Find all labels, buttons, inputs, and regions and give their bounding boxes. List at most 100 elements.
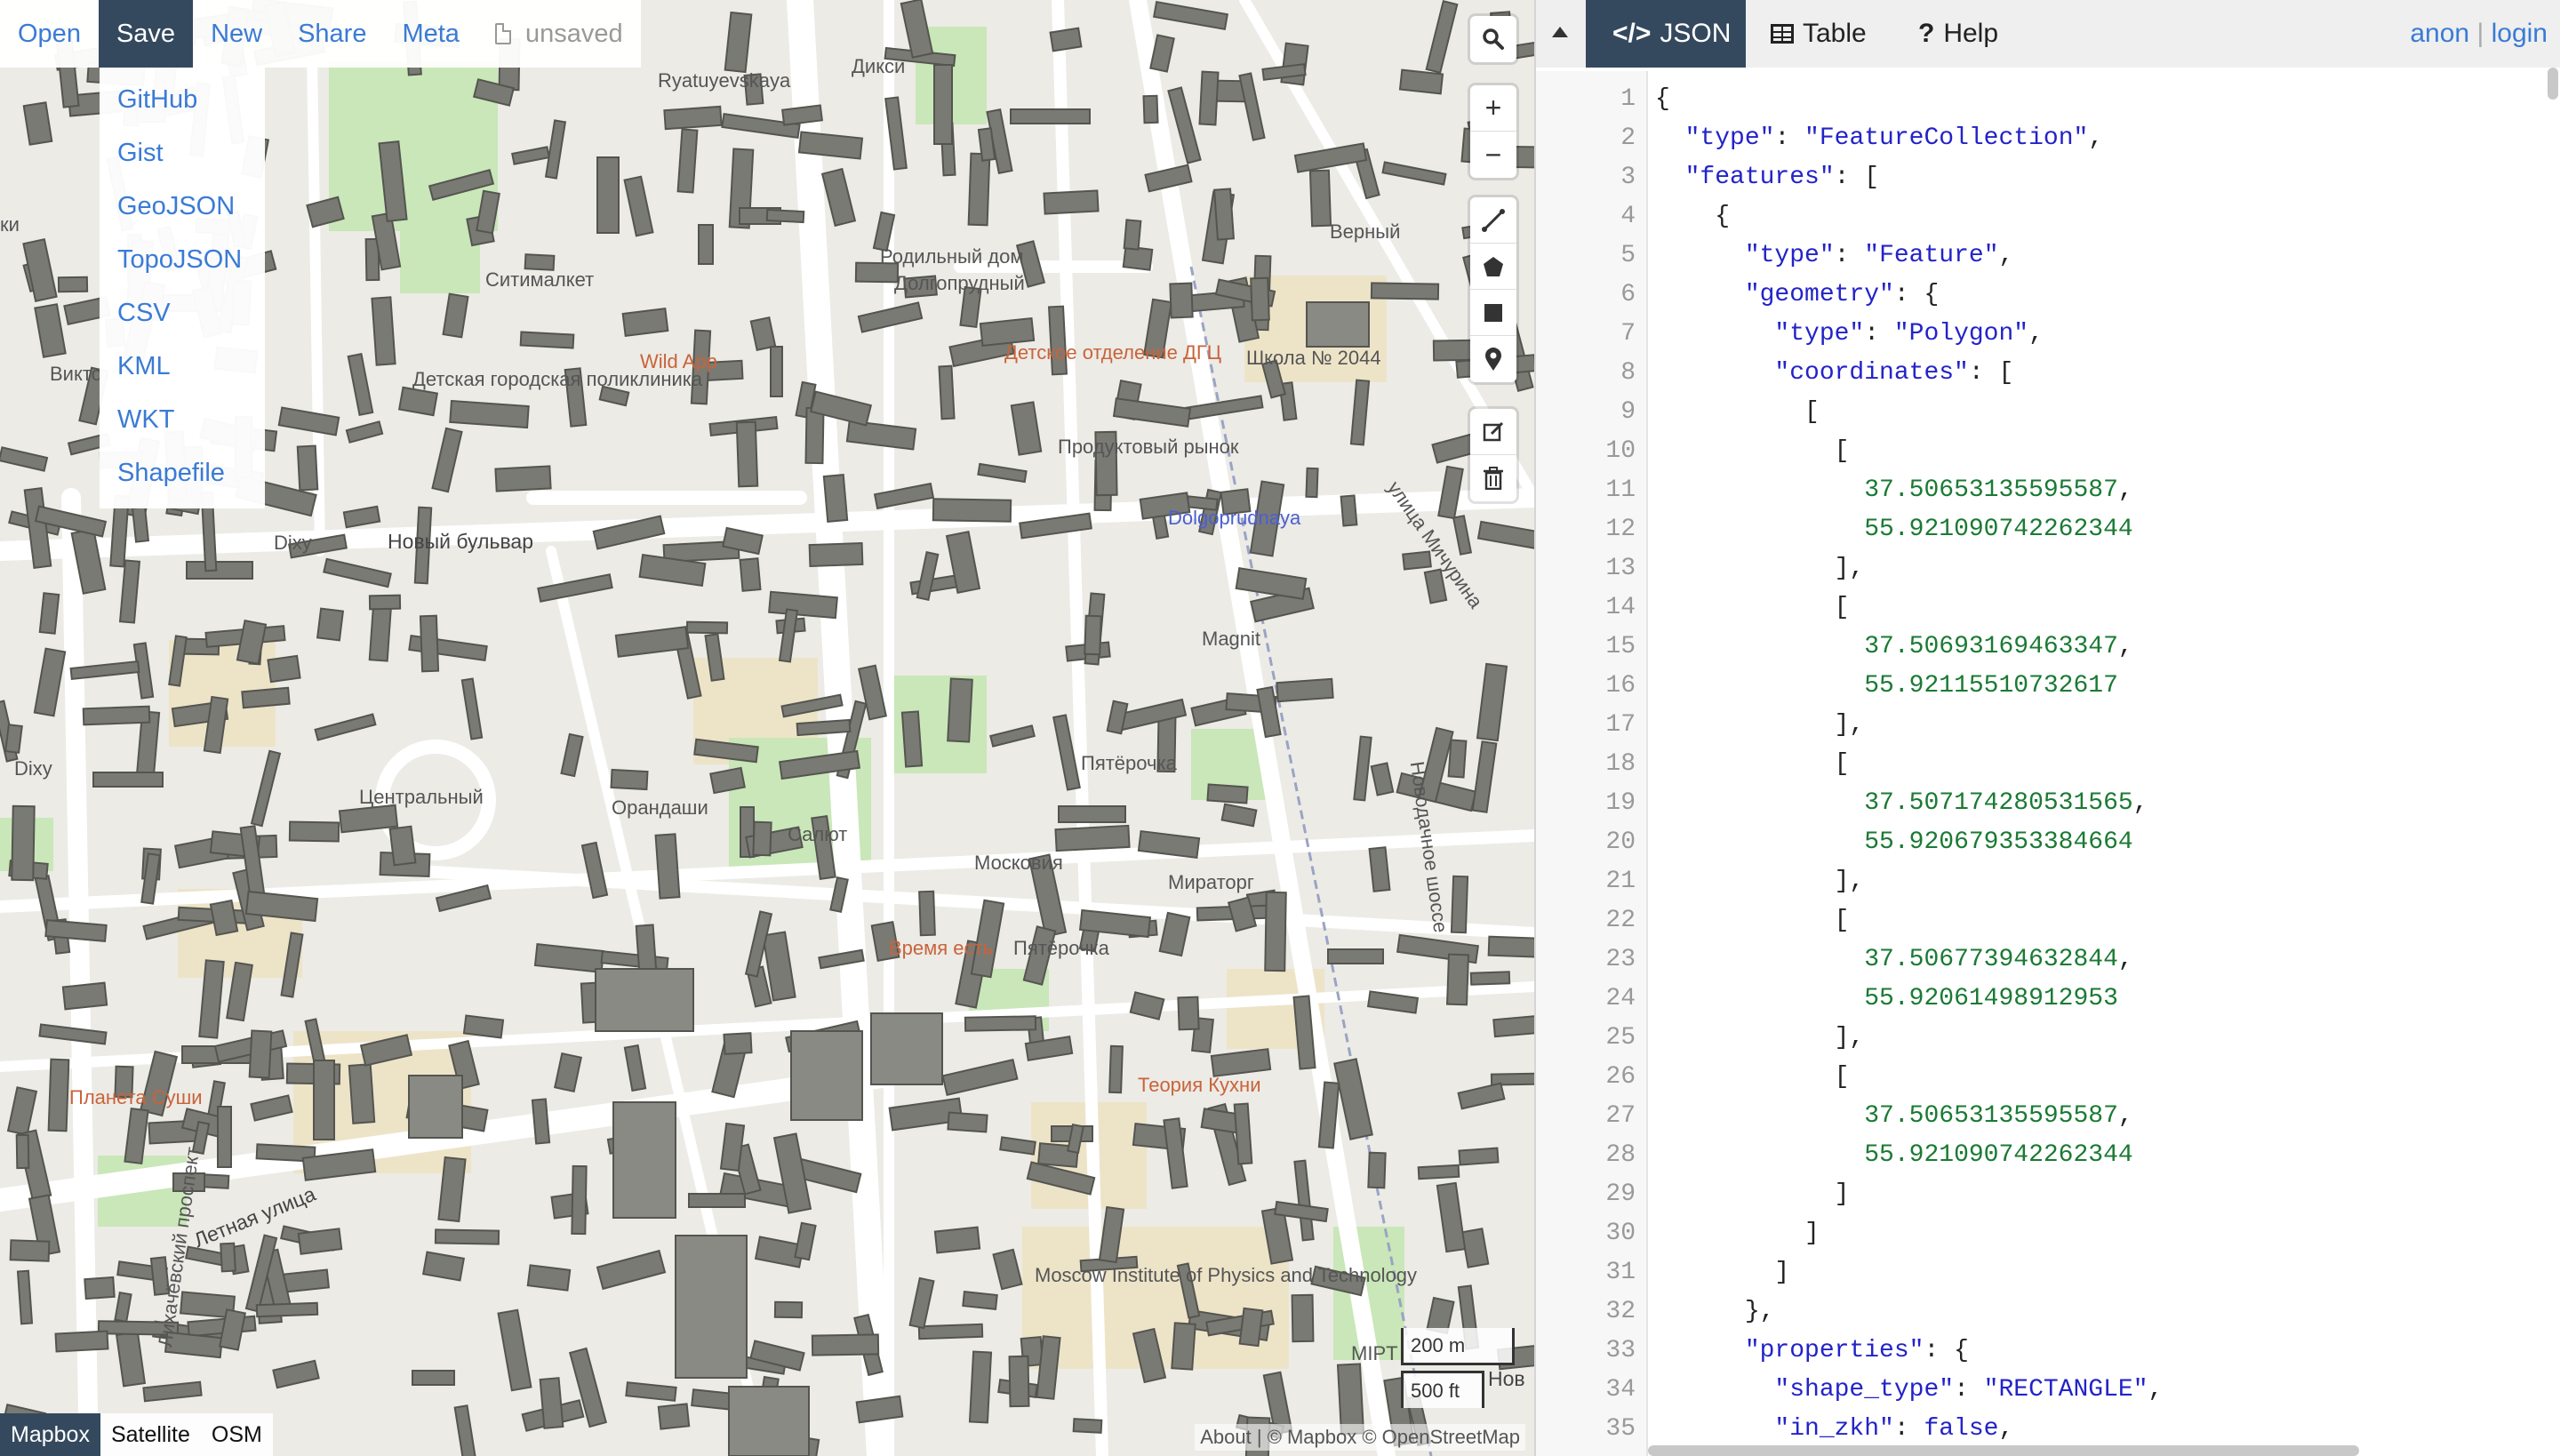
login-link[interactable]: login (2492, 19, 2548, 48)
code-token: "FeatureCollection" (1804, 124, 2089, 152)
code-line[interactable]: [ (1655, 393, 1820, 432)
code-token: "features" (1684, 164, 1835, 191)
map-building (999, 1136, 1036, 1156)
map-building (977, 127, 996, 162)
line-number: 35 (1605, 1415, 1636, 1443)
map-building (61, 981, 108, 1011)
vertical-scrollbar[interactable] (2548, 68, 2558, 100)
code-line[interactable]: 37.50693169463347, (1655, 628, 2132, 667)
code-line[interactable]: 55.921090742262344 (1655, 1136, 2132, 1175)
code-line[interactable]: ] (1655, 1214, 1820, 1253)
map-building (1327, 948, 1384, 964)
map-building (676, 128, 699, 194)
map-label: Время есть (889, 937, 994, 959)
save-shapefile[interactable]: Shapefile (100, 446, 265, 500)
code-line[interactable]: 37.50653135595587, (1655, 471, 2132, 510)
code-line[interactable]: 37.50653135595587, (1655, 1097, 2132, 1136)
search-icon[interactable] (1470, 16, 1516, 62)
code-line[interactable]: "shape_type": "RECTANGLE", (1655, 1371, 2163, 1410)
map-view[interactable]: Ryatuyevskaya Дикси Верный Школа № 2044 Роди… (0, 0, 1534, 1456)
anon-link[interactable]: anon (2410, 19, 2469, 48)
tab-table[interactable]: Table (1771, 0, 1867, 68)
code-line[interactable]: 55.92061498912953 (1655, 980, 2118, 1019)
json-editor[interactable]: 1 2 3 4 5 6 7 8 9 10 11 12 13 14 15 16 17 18 19 20 21 22 23 24 2… (1536, 71, 2560, 1456)
line-number: 28 (1605, 1141, 1636, 1169)
map-building (453, 1404, 478, 1456)
marker-icon[interactable] (1470, 336, 1516, 382)
code-line[interactable]: 37.507174280531565, (1655, 784, 2148, 823)
save-wkt[interactable]: WKT (100, 393, 265, 446)
code-line[interactable]: [ (1655, 1058, 1850, 1097)
code-token: ], (1655, 1024, 1865, 1052)
menu-new[interactable]: New (193, 0, 280, 68)
map-building (1340, 494, 1358, 527)
code-line[interactable]: ], (1655, 549, 1865, 588)
save-kml[interactable]: KML (100, 340, 265, 393)
code-line[interactable]: ] (1655, 1253, 1789, 1292)
code-line[interactable]: [ (1655, 588, 1850, 628)
map-building (4, 724, 23, 754)
code-line[interactable]: "type": "Polygon", (1655, 315, 2044, 354)
code-line[interactable]: ], (1655, 862, 1865, 901)
map-building (808, 541, 864, 568)
map-building (580, 841, 609, 900)
save-gist[interactable]: Gist (100, 126, 265, 180)
line-icon[interactable] (1470, 197, 1516, 244)
code-line[interactable]: "geometry": { (1655, 276, 1939, 315)
save-csv[interactable]: CSV (100, 286, 265, 340)
map-label: Школа № 2044 (1246, 347, 1381, 369)
code-line[interactable]: { (1655, 80, 1670, 119)
code-line[interactable]: }, (1655, 1292, 1775, 1332)
save-github[interactable]: GitHub (100, 73, 265, 126)
code-line[interactable]: { (1655, 197, 1730, 236)
code-line[interactable]: "features": [ (1655, 158, 1879, 197)
map-building (685, 620, 729, 635)
layer-osm[interactable]: OSM (200, 1413, 273, 1456)
trash-icon[interactable] (1470, 455, 1516, 501)
code-line[interactable]: [ (1655, 901, 1850, 940)
save-topojson[interactable]: TopoJSON (100, 233, 265, 286)
collapse-arrow-icon[interactable] (1552, 27, 1568, 37)
code-line[interactable]: 55.920679353384664 (1655, 823, 2132, 862)
map-building (539, 1377, 564, 1429)
editor-pane: </> JSON Table ? Help anon | login 12345… (1536, 0, 2560, 1456)
horizontal-scrollbar[interactable] (1648, 1445, 2359, 1456)
map-building (1010, 108, 1091, 124)
zoom-in-button[interactable]: + (1470, 85, 1516, 132)
code-line[interactable]: 55.92115510732617 (1655, 667, 2118, 706)
code-line[interactable]: 37.50677394632844, (1655, 940, 2132, 980)
code-line[interactable]: ], (1655, 1019, 1865, 1058)
menu-open[interactable]: Open (0, 0, 99, 68)
code-line[interactable]: [ (1655, 745, 1850, 784)
code-line[interactable]: ] (1655, 1175, 1850, 1214)
doc-status[interactable]: unsaved (477, 0, 641, 68)
menu-save[interactable]: Save (98, 0, 194, 68)
map-attribution[interactable]: About | © Mapbox © OpenStreetMap (1195, 1424, 1525, 1451)
zoom-out-button[interactable]: − (1470, 132, 1516, 178)
menu-share[interactable]: Share (280, 0, 384, 68)
code-line[interactable]: [ (1655, 432, 1850, 471)
code-line[interactable]: "properties": { (1655, 1332, 1969, 1371)
tab-json[interactable]: </> JSON (1586, 0, 1746, 68)
rectangle-icon[interactable] (1470, 290, 1516, 336)
layer-satellite[interactable]: Satellite (100, 1413, 201, 1456)
zoom-control: + − (1470, 85, 1516, 178)
save-geojson[interactable]: GeoJSON (100, 180, 265, 233)
edit-icon[interactable] (1470, 409, 1516, 455)
map-building (947, 677, 973, 743)
code-line[interactable]: "coordinates": [ (1655, 354, 2013, 393)
code-token: , (2028, 320, 2044, 348)
code-line[interactable]: "type": "FeatureCollection", (1655, 119, 2104, 158)
layer-mapbox[interactable]: Mapbox (0, 1413, 100, 1456)
code-line[interactable]: 55.921090742262344 (1655, 510, 2132, 549)
menu-meta[interactable]: Meta (384, 0, 476, 68)
code-line[interactable]: ], (1655, 706, 1865, 745)
code-token: [ (1655, 1063, 1850, 1091)
code-line[interactable]: "in_zkh": false, (1655, 1410, 2013, 1449)
polygon-icon[interactable] (1470, 244, 1516, 290)
map-building (1293, 1159, 1315, 1242)
tab-help[interactable]: ? Help (1918, 0, 1998, 68)
code-line[interactable]: "type": "Feature", (1655, 236, 2013, 276)
